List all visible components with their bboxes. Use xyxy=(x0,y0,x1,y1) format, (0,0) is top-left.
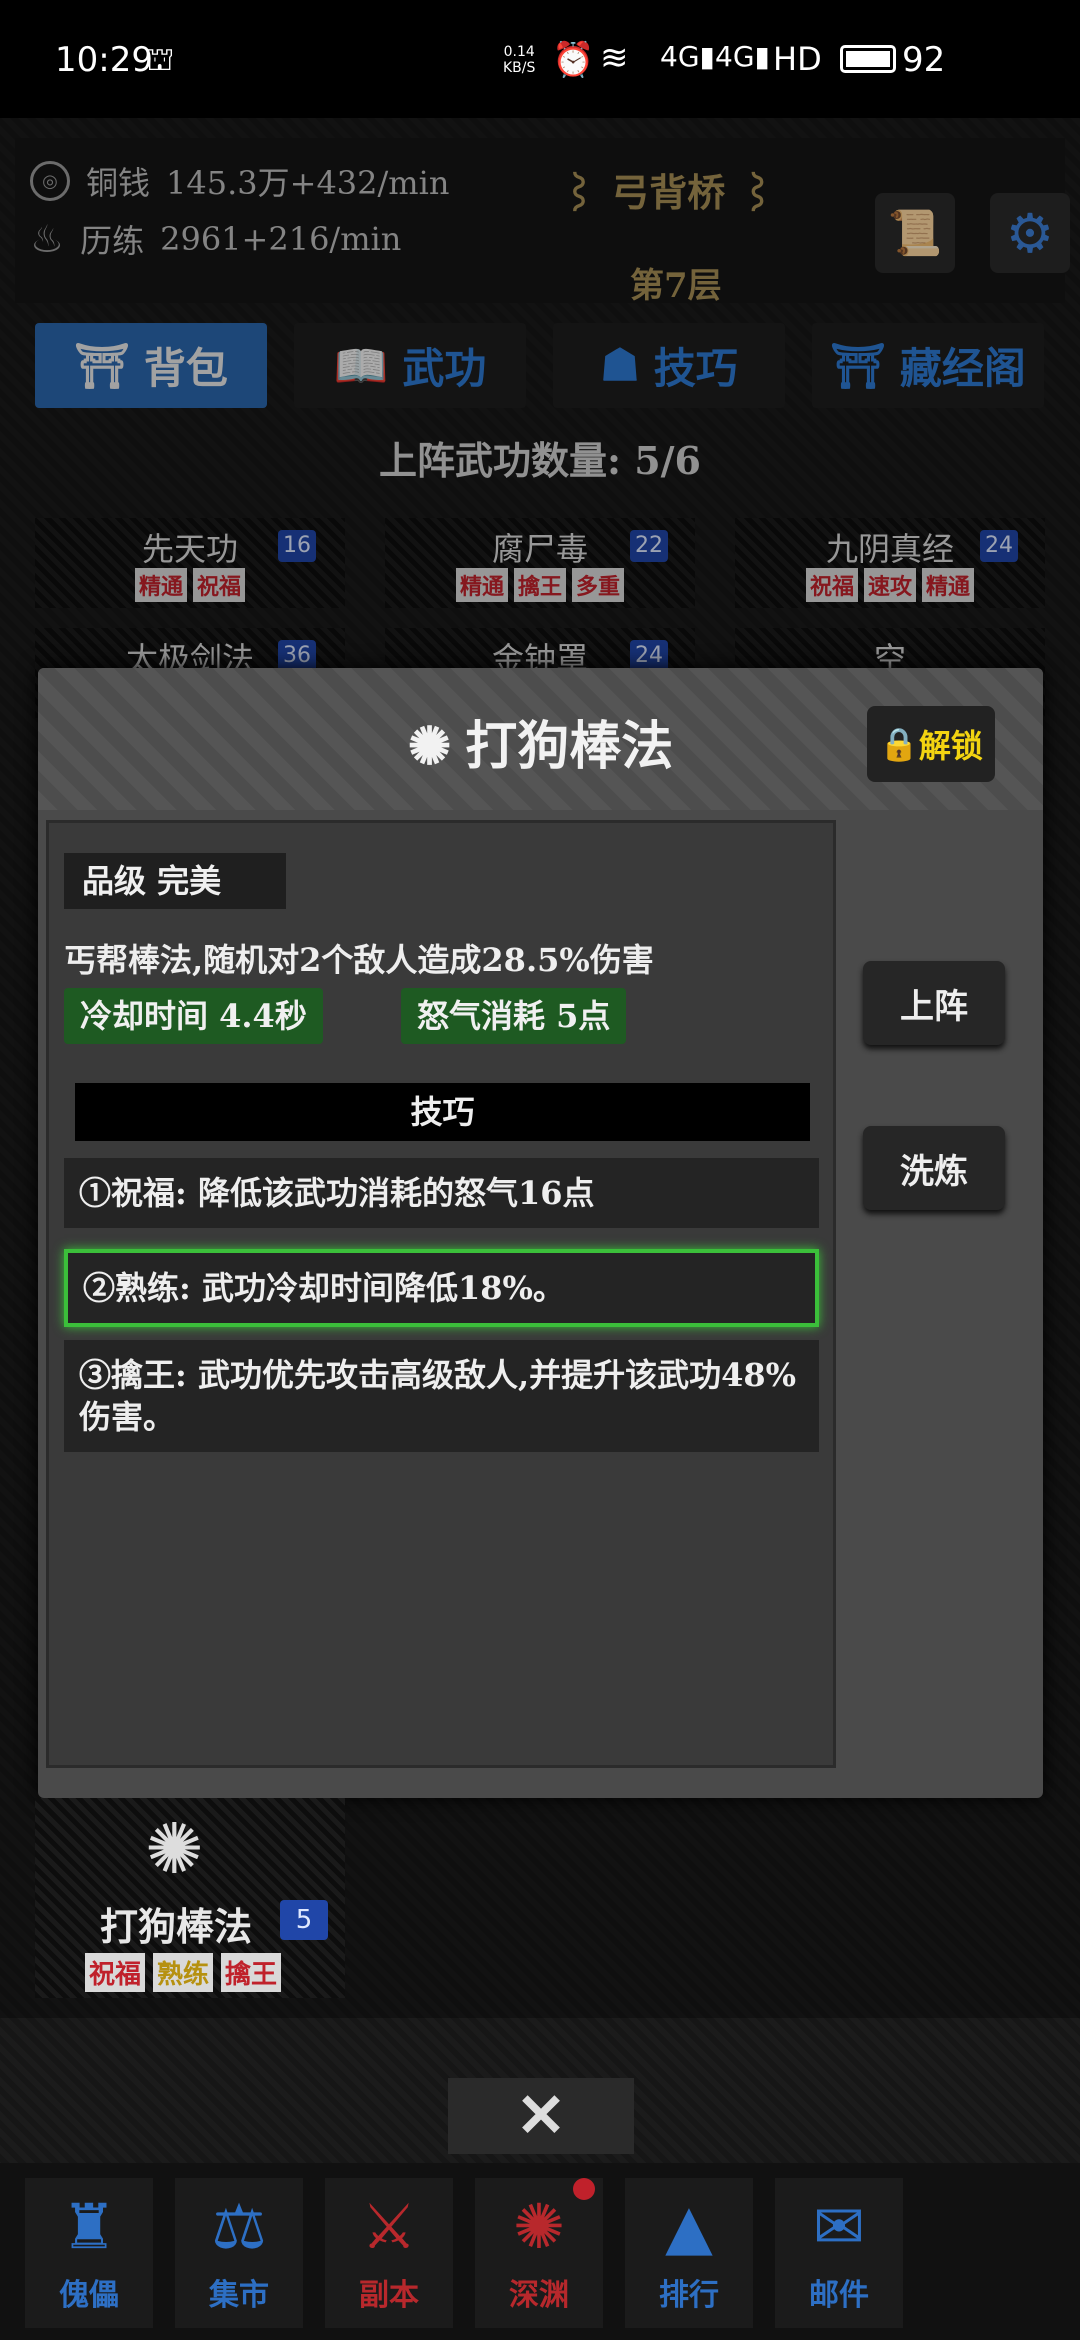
cooldown-stat: 冷却时间 4.4秒 xyxy=(64,988,323,1044)
mail-icon: ✉ xyxy=(813,2190,865,2263)
rage-cost-stat: 怒气消耗 5点 xyxy=(401,988,627,1044)
battery-icon xyxy=(840,45,896,73)
hd-label: HD xyxy=(773,40,822,78)
grade-label: 品级 完美 xyxy=(64,853,286,909)
clock: 10:29 xyxy=(55,40,153,80)
nav-dungeon[interactable]: ⚔ 副本 xyxy=(325,2178,453,2328)
alarm-icon: ⏰ xyxy=(552,40,595,80)
vortex-icon: ✺ xyxy=(513,2190,565,2263)
lock-icon: 🔒 xyxy=(879,725,919,763)
close-button[interactable]: ✕ xyxy=(448,2078,634,2154)
unlock-button[interactable]: 🔒 解锁 xyxy=(867,706,995,782)
battery-level: 92 xyxy=(902,40,946,80)
nav-ranking[interactable]: ▲ 排行 xyxy=(625,2178,753,2328)
close-icon: ✕ xyxy=(515,2081,567,2151)
robot-icon: ⛫ xyxy=(145,40,175,78)
bottom-nav: ♜ 傀儡 ⚖ 集市 ⚔ 副本 ✺ 深渊 ▲ 排行 ✉ 邮件 xyxy=(0,2163,1080,2340)
skill-name: 打狗棒法 xyxy=(100,1904,253,1949)
equip-button[interactable]: 上阵 xyxy=(863,961,1005,1045)
skill-info-panel: 品级 完美 丐帮棒法,随机对2个敌人造成28.5%伤害 冷却时间 4.4秒 怒气… xyxy=(46,820,836,1768)
tag: 熟练 xyxy=(153,1953,214,1992)
skill-description: 丐帮棒法,随机对2个敌人造成28.5%伤害 xyxy=(64,941,654,979)
swirl-icon: ✺ xyxy=(407,716,452,777)
technique-item: ①祝福: 降低该武功消耗的怒气16点 xyxy=(64,1158,819,1228)
signal-icon: 4G▮ xyxy=(715,40,770,73)
techniques-heading: 技巧 xyxy=(75,1083,810,1141)
nav-abyss[interactable]: ✺ 深渊 xyxy=(475,2178,603,2328)
scales-icon: ⚖ xyxy=(211,2190,267,2263)
skill-detail-dialog: ✺ 打狗棒法 🔒 解锁 品级 完美 丐帮棒法,随机对2个敌人造成28.5%伤害 冷却… xyxy=(38,668,1043,1798)
nav-mail[interactable]: ✉ 邮件 xyxy=(775,2178,903,2328)
status-bar: 10:29 ⛫ 0.14 KB/S ⏰ ≋ 4G▮ 4G▮ HD 92 xyxy=(0,0,1080,118)
nav-market[interactable]: ⚖ 集市 xyxy=(175,2178,303,2328)
selected-skill-card[interactable]: ✺ 打狗棒法 5 祝福 熟练 擒王 xyxy=(35,1798,345,1998)
tag: 祝福 xyxy=(85,1953,146,1992)
skill-tags: 祝福 熟练 擒王 xyxy=(85,1953,282,1992)
net-speed: 0.14 KB/S xyxy=(503,44,536,76)
puppet-icon: ♜ xyxy=(61,2190,117,2263)
tag: 擒王 xyxy=(221,1953,282,1992)
refine-button[interactable]: 洗炼 xyxy=(863,1126,1005,1210)
nav-puppet[interactable]: ♜ 傀儡 xyxy=(25,2178,153,2328)
swirl-icon: ✺ xyxy=(145,1808,204,1890)
level-badge: 5 xyxy=(280,1900,328,1940)
technique-item-highlighted: ②熟练: 武功冷却时间降低18%。 xyxy=(64,1249,819,1327)
sword-icon: ⚔ xyxy=(361,2190,417,2263)
game-screen: ◎ 铜钱 145.3万+432/min ♨ 历练 2961+216/min ⌇ … xyxy=(0,118,1080,2340)
ranking-icon: ▲ xyxy=(665,2190,713,2263)
signal-icon: 4G▮ xyxy=(660,40,715,73)
wifi-icon: ≋ xyxy=(600,38,629,78)
notification-dot xyxy=(573,2178,595,2200)
technique-item: ③擒王: 武功优先攻击高级敌人,并提升该武功48%伤害。 xyxy=(64,1340,819,1452)
